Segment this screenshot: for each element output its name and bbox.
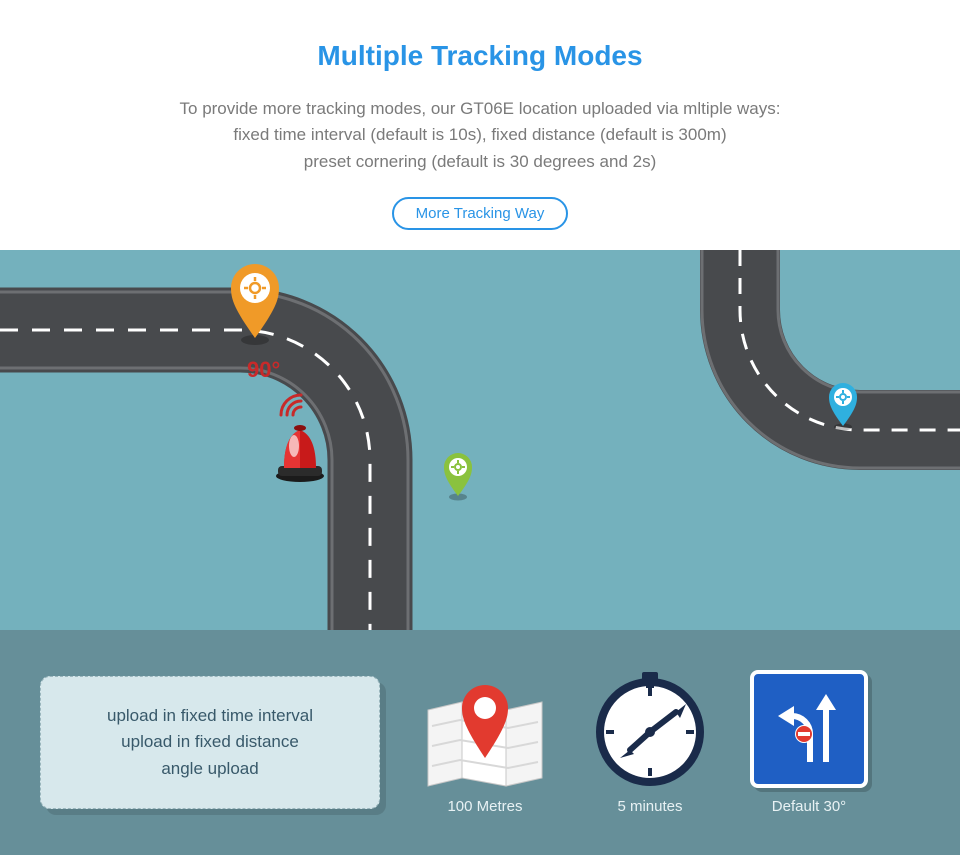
- desc-line-2: fixed time interval (default is 10s), fi…: [233, 125, 726, 144]
- feature-time-label: 5 minutes: [617, 798, 682, 815]
- siren-icon: [270, 420, 330, 484]
- corner-angle-label: 90°: [247, 357, 280, 383]
- page-title: Multiple Tracking Modes: [40, 40, 920, 72]
- desc-line-3: preset cornering (default is 30 degrees …: [304, 152, 656, 171]
- info-card: upload in fixed time interval upload in …: [40, 676, 380, 809]
- card-line-3: angle upload: [73, 756, 347, 782]
- road-sign-icon: [750, 670, 868, 788]
- page-description: To provide more tracking modes, our GT06…: [70, 96, 890, 175]
- card-line-2: upload in fixed distance: [73, 729, 347, 755]
- roads-svg: [0, 250, 960, 630]
- map-pin-orange-icon: [225, 260, 285, 348]
- feature-distance-label: 100 Metres: [447, 798, 522, 815]
- map-pin-green-icon: [440, 450, 476, 502]
- bottom-bar: upload in fixed time interval upload in …: [0, 630, 960, 855]
- desc-line-1: To provide more tracking modes, our GT06…: [180, 99, 781, 118]
- map-distance-icon: [420, 670, 550, 788]
- feature-angle-label: Default 30°: [772, 798, 846, 815]
- more-tracking-button[interactable]: More Tracking Way: [392, 197, 569, 230]
- signal-waves-icon: [275, 385, 315, 425]
- card-line-1: upload in fixed time interval: [73, 703, 347, 729]
- feature-distance: 100 Metres: [420, 670, 550, 815]
- stopwatch-icon: [590, 670, 710, 788]
- feature-angle: Default 30°: [750, 670, 868, 815]
- map-illustration: 90°: [0, 250, 960, 630]
- feature-time: 5 minutes: [590, 670, 710, 815]
- map-pin-blue-icon: [825, 380, 861, 432]
